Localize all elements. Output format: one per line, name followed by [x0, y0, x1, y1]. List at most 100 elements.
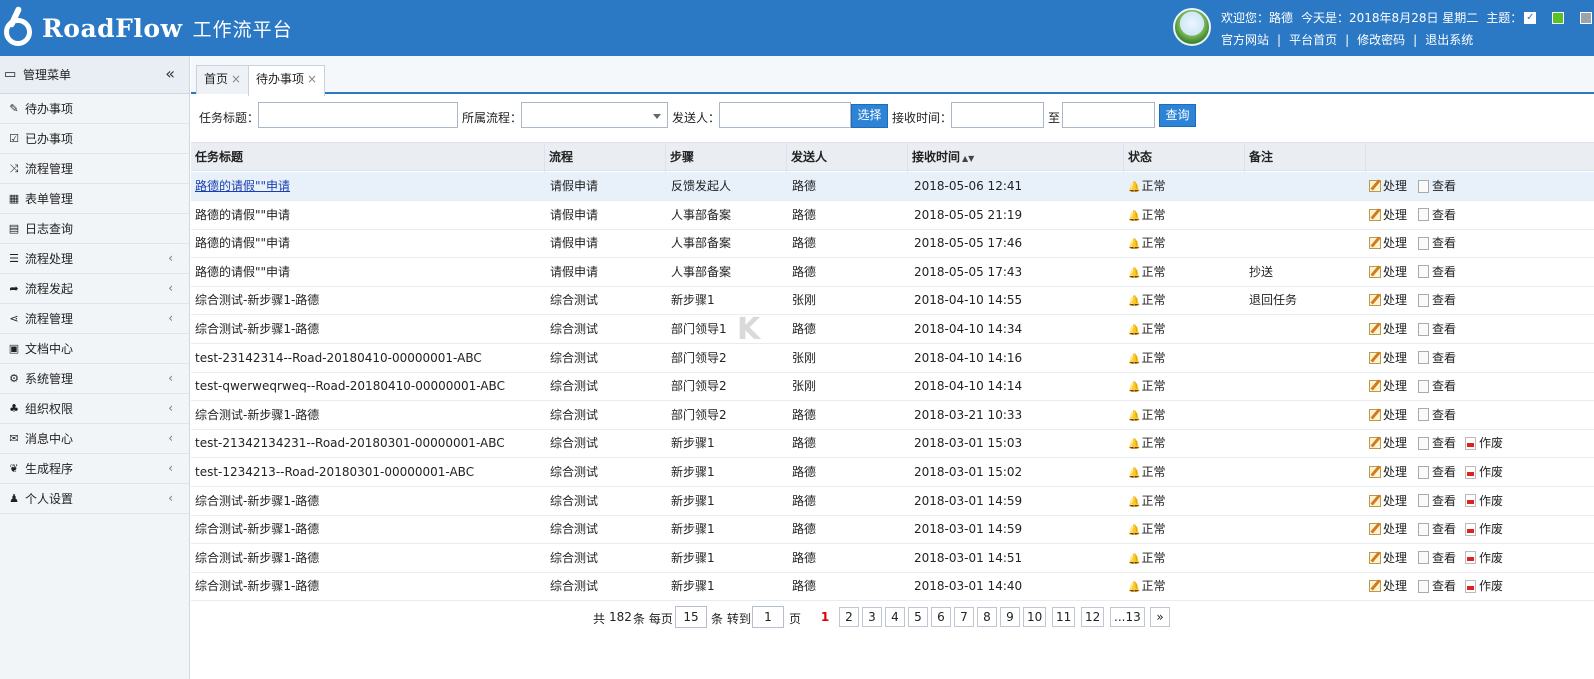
sidebar-item-6[interactable]: ➦ 流程发起 ‹ — [0, 274, 189, 304]
next-page-button[interactable]: » — [1150, 607, 1170, 627]
table-row[interactable]: test-21342134231--Road-20180301-00000001… — [191, 429, 1594, 459]
tab-home[interactable]: 首页 × — [196, 65, 250, 94]
process-button[interactable]: 处理 — [1369, 201, 1407, 229]
cell-title[interactable]: 综合测试-新步骤1-路德 — [195, 315, 543, 343]
table-row[interactable]: 综合测试-新步骤1-路德 综合测试 部门领导2 路德 2018-03-21 10:33 🔔… — [191, 401, 1594, 430]
column-header-step[interactable]: 步骤 — [666, 143, 787, 172]
page-button[interactable]: 11 — [1052, 607, 1076, 627]
view-button[interactable]: 查看 — [1418, 201, 1456, 229]
void-button[interactable]: 作废 — [1465, 487, 1503, 515]
sidebar-item-0[interactable]: ✎ 待办事项 — [0, 94, 189, 124]
flow-select[interactable] — [521, 102, 668, 128]
link-official-site[interactable]: 官方网站 — [1221, 33, 1269, 47]
column-header-status[interactable]: 状态 — [1124, 143, 1245, 172]
process-button[interactable]: 处理 — [1369, 544, 1407, 572]
process-button[interactable]: 处理 — [1369, 458, 1407, 486]
goto-page-input[interactable]: 1 — [752, 606, 784, 628]
table-row[interactable]: test-1234213--Road-20180301-00000001-ABC… — [191, 458, 1594, 487]
view-button[interactable]: 查看 — [1418, 372, 1456, 400]
column-header-note[interactable]: 备注 — [1245, 143, 1366, 172]
void-button[interactable]: 作废 — [1465, 572, 1503, 600]
page-button[interactable]: 9 — [1000, 607, 1020, 627]
time-from-input[interactable] — [951, 102, 1044, 128]
cell-title[interactable]: 综合测试-新步骤1-路德 — [195, 286, 543, 314]
table-row[interactable]: 路德的请假""申请 请假申请 人事部备案 路德 2018-05-05 17:43 🔔正常抄… — [191, 258, 1594, 287]
view-button[interactable]: 查看 — [1418, 487, 1456, 515]
query-button[interactable]: 查询 — [1159, 104, 1196, 127]
column-header-sender[interactable]: 发送人 — [787, 143, 908, 172]
select-sender-button[interactable]: 选择 — [851, 104, 888, 128]
page-button[interactable]: 7 — [954, 607, 974, 627]
chevron-left-icon[interactable]: ‹ — [168, 281, 173, 295]
sidebar-item-5[interactable]: ☰ 流程处理 ‹ — [0, 244, 189, 274]
chevron-left-icon[interactable]: ‹ — [168, 401, 173, 415]
sidebar-item-9[interactable]: ⚙ 系统管理 ‹ — [0, 364, 189, 394]
view-button[interactable]: 查看 — [1418, 429, 1456, 457]
chevron-left-icon[interactable]: ‹ — [168, 431, 173, 445]
chevron-left-icon[interactable]: ‹ — [168, 251, 173, 265]
view-button[interactable]: 查看 — [1418, 172, 1456, 200]
sidebar-item-8[interactable]: ▣ 文档中心 — [0, 334, 189, 364]
cell-title[interactable]: 综合测试-新步骤1-路德 — [195, 544, 543, 572]
page-button[interactable]: 4 — [885, 607, 905, 627]
view-button[interactable]: 查看 — [1418, 572, 1456, 600]
theme-gray-swatch[interactable] — [1580, 11, 1593, 24]
link-logout[interactable]: 退出系统 — [1425, 33, 1473, 47]
process-button[interactable]: 处理 — [1369, 286, 1407, 314]
process-button[interactable]: 处理 — [1369, 258, 1407, 286]
table-row[interactable]: 综合测试-新步骤1-路德 综合测试 新步骤1 路德 2018-03-01 14:40 🔔正… — [191, 572, 1594, 602]
table-row[interactable]: 综合测试-新步骤1-路德 综合测试 新步骤1 路德 2018-03-01 14:59 🔔正… — [191, 515, 1594, 545]
cell-title[interactable]: 路德的请假""申请 — [195, 172, 543, 200]
sort-icon[interactable]: ▲▼ — [962, 154, 974, 163]
time-to-input[interactable] — [1062, 102, 1155, 128]
link-change-password[interactable]: 修改密码 — [1357, 33, 1405, 47]
view-button[interactable]: 查看 — [1418, 258, 1456, 286]
table-row[interactable]: 综合测试-新步骤1-路德 综合测试 新步骤1 张刚 2018-04-10 14:55 🔔正… — [191, 286, 1594, 316]
cell-title[interactable]: test-1234213--Road-20180301-00000001-ABC — [195, 458, 543, 486]
process-button[interactable]: 处理 — [1369, 229, 1407, 257]
column-header-receive-time[interactable]: 接收时间 ▲▼ — [908, 143, 1124, 172]
page-button[interactable]: 12 — [1081, 607, 1105, 627]
cell-title[interactable]: 综合测试-新步骤1-路德 — [195, 401, 543, 429]
process-button[interactable]: 处理 — [1369, 401, 1407, 429]
column-header-title[interactable]: 任务标题 — [191, 143, 545, 172]
cell-title[interactable]: 路德的请假""申请 — [195, 229, 543, 257]
sidebar-item-10[interactable]: ♣ 组织权限 ‹ — [0, 394, 189, 424]
chevron-left-icon[interactable]: ‹ — [168, 491, 173, 505]
page-button[interactable]: 10 — [1023, 607, 1047, 627]
void-button[interactable]: 作废 — [1465, 458, 1503, 486]
cell-title[interactable]: 路德的请假""申请 — [195, 201, 543, 229]
view-button[interactable]: 查看 — [1418, 458, 1456, 486]
sidebar-item-7[interactable]: ⋖ 流程管理 ‹ — [0, 304, 189, 334]
view-button[interactable]: 查看 — [1418, 315, 1456, 343]
sidebar-item-4[interactable]: ▤ 日志查询 — [0, 214, 189, 244]
cell-title[interactable]: test-qwerweqrweq--Road-20180410-00000001… — [195, 372, 543, 400]
cell-title[interactable]: 综合测试-新步骤1-路德 — [195, 572, 543, 600]
process-button[interactable]: 处理 — [1369, 172, 1407, 200]
view-button[interactable]: 查看 — [1418, 229, 1456, 257]
sidebar-item-1[interactable]: ☑ 已办事项 — [0, 124, 189, 154]
close-icon[interactable]: × — [231, 72, 241, 86]
cell-title[interactable]: test-21342134231--Road-20180301-00000001… — [195, 429, 543, 457]
cell-title[interactable]: test-23142314--Road-20180410-00000001-AB… — [195, 344, 543, 372]
table-row[interactable]: test-qwerweqrweq--Road-20180410-00000001… — [191, 372, 1594, 402]
column-header-flow[interactable]: 流程 — [545, 143, 666, 172]
tab-todo[interactable]: 待办事项 × — [248, 65, 326, 96]
void-button[interactable]: 作废 — [1465, 544, 1503, 572]
chevron-left-icon[interactable]: ‹ — [168, 461, 173, 475]
view-button[interactable]: 查看 — [1418, 344, 1456, 372]
process-button[interactable]: 处理 — [1369, 372, 1407, 400]
logo[interactable]: RoadFlow 工作流平台 — [0, 5, 293, 50]
page-button[interactable]: 8 — [977, 607, 997, 627]
sidebar-item-11[interactable]: ✉ 消息中心 ‹ — [0, 424, 189, 454]
page-button[interactable]: 1 — [815, 607, 835, 627]
page-button[interactable]: 2 — [839, 607, 859, 627]
table-row[interactable]: 综合测试-新步骤1-路德 综合测试 新步骤1 路德 2018-03-01 14:59 🔔正… — [191, 487, 1594, 516]
sidebar-item-3[interactable]: ▦ 表单管理 — [0, 184, 189, 214]
process-button[interactable]: 处理 — [1369, 344, 1407, 372]
cell-title[interactable]: 综合测试-新步骤1-路德 — [195, 487, 543, 515]
process-button[interactable]: 处理 — [1369, 429, 1407, 457]
theme-green-swatch[interactable] — [1552, 11, 1565, 24]
void-button[interactable]: 作废 — [1465, 515, 1503, 543]
page-button[interactable]: ...13 — [1110, 607, 1145, 627]
